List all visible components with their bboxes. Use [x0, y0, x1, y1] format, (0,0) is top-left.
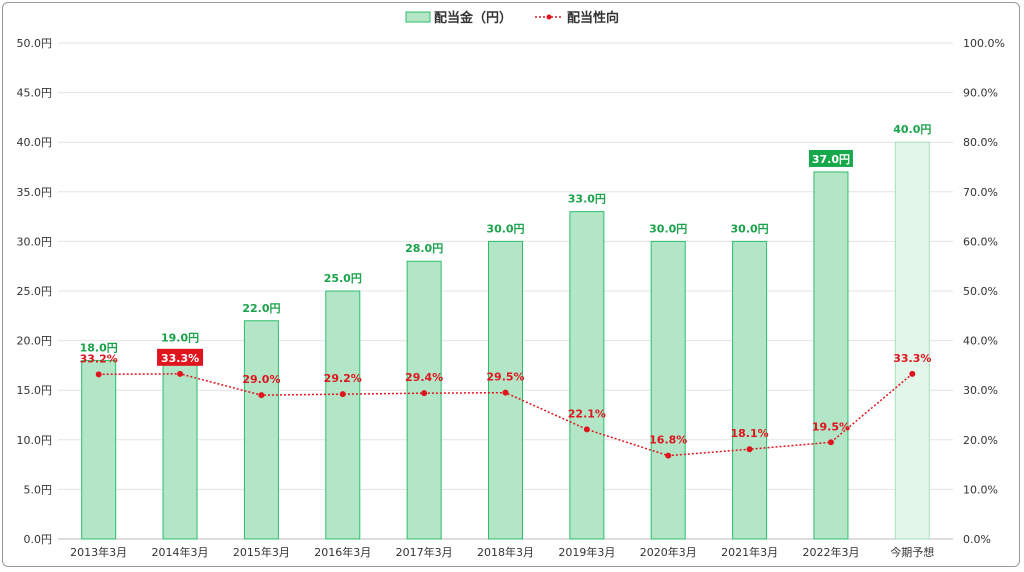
bar-data-label: 33.0円: [568, 193, 606, 206]
right-tick-label: 60.0%: [963, 235, 998, 248]
x-tick-label: 2016年3月: [314, 545, 371, 559]
x-tick-label: 2014年3月: [152, 545, 209, 559]
ratio-point: [177, 370, 184, 377]
ratio-point: [827, 439, 834, 446]
bar: [406, 260, 442, 540]
left-tick-label: 5.0円: [24, 483, 53, 496]
legend: 配当金（円） 配当性向: [405, 10, 619, 26]
ratio-data-label: 29.5%: [486, 371, 524, 384]
x-axis-ticks: 2013年3月 2014年3月 2015年3月 2016年3月 2017年3月 2018年…: [70, 545, 934, 559]
legend-line-label: 配当性向: [567, 10, 619, 26]
ratio-point: [665, 452, 672, 459]
left-tick-label: 20.0円: [17, 335, 53, 348]
ratio-data-label: 33.2%: [80, 352, 118, 365]
left-tick-label: 15.0円: [17, 384, 53, 397]
ratio-point: [421, 390, 428, 397]
bar: [813, 171, 849, 540]
right-tick-label: 30.0%: [963, 384, 998, 397]
bar-data-label: 40.0円: [893, 123, 931, 136]
bar: [243, 320, 279, 540]
x-tick-label: 2017年3月: [396, 545, 453, 559]
right-tick-label: 0.0%: [963, 533, 991, 546]
x-tick-label: 今期予想: [890, 545, 934, 559]
chart-frame: 0.0円 5.0円 10.0円 15.0円 20.0円 25.0円 30.0円 35.0円 40…: [2, 2, 1020, 567]
x-tick-label: 2015年3月: [233, 545, 290, 559]
ratio-data-label: 33.3%: [893, 352, 931, 365]
bar: [162, 350, 198, 540]
legend-bar-swatch: [405, 11, 431, 23]
left-tick-label: 0.0円: [24, 533, 53, 546]
left-tick-label: 25.0円: [17, 285, 53, 298]
ratio-data-label: 19.5%: [812, 420, 850, 433]
bar-data-label: 19.0円: [161, 332, 199, 345]
right-tick-label: 50.0%: [963, 285, 998, 298]
bar-data-label: 30.0円: [486, 222, 524, 235]
legend-line-marker: [546, 14, 552, 20]
right-tick-label: 20.0%: [963, 434, 998, 447]
ratio-data-label: 18.1%: [731, 427, 769, 440]
ratio-data-label: 29.0%: [242, 373, 280, 386]
left-tick-label: 10.0円: [17, 434, 53, 447]
right-axis-ticks: 0.0% 10.0% 20.0% 30.0% 40.0% 50.0% 60.0% 70.0% 8…: [963, 37, 1005, 546]
left-axis-ticks: 0.0円 5.0円 10.0円 15.0円 20.0円 25.0円 30.0円 35.0円 40…: [17, 37, 53, 546]
ratio-data-label: 33.3%: [161, 352, 199, 365]
bar-data-label: 28.0円: [405, 242, 443, 255]
ratio-data-label: 16.8%: [649, 434, 687, 447]
x-tick-label: 2019年3月: [558, 545, 615, 559]
ratio-point: [258, 392, 265, 399]
bar-data-label: 25.0円: [324, 272, 362, 285]
left-tick-label: 40.0円: [17, 136, 53, 149]
bar: [894, 141, 930, 540]
right-tick-label: 10.0%: [963, 483, 998, 496]
x-tick-label: 2022年3月: [802, 545, 859, 559]
right-tick-label: 100.0%: [963, 37, 1005, 50]
bar-series: 18.0円19.0円22.0円25.0円28.0円30.0円33.0円30.0円…: [80, 123, 931, 540]
legend-bar-label: 配当金（円）: [434, 10, 512, 26]
right-tick-label: 80.0%: [963, 136, 998, 149]
left-tick-label: 30.0円: [17, 235, 53, 248]
bar: [732, 240, 768, 540]
left-tick-label: 45.0円: [17, 87, 53, 100]
bar-data-label: 37.0円: [812, 153, 850, 166]
dividend-chart: 0.0円 5.0円 10.0円 15.0円 20.0円 25.0円 30.0円 35.0円 40…: [17, 10, 1005, 559]
ratio-data-label: 29.4%: [405, 371, 443, 384]
bar: [325, 290, 361, 540]
bar-data-label: 30.0円: [731, 222, 769, 235]
ratio-point: [583, 426, 590, 433]
bar-data-label: 22.0円: [242, 302, 280, 315]
right-tick-label: 90.0%: [963, 87, 998, 100]
ratio-data-label: 29.2%: [324, 372, 362, 385]
bar: [81, 359, 117, 540]
bar-data-label: 30.0円: [649, 222, 687, 235]
ratio-point: [746, 446, 753, 453]
bar: [650, 240, 686, 540]
ratio-point: [95, 371, 102, 378]
left-tick-label: 35.0円: [17, 186, 53, 199]
bar: [569, 211, 605, 540]
x-tick-label: 2018年3月: [477, 545, 534, 559]
right-tick-label: 40.0%: [963, 335, 998, 348]
left-tick-label: 50.0円: [17, 37, 53, 50]
x-tick-label: 2021年3月: [721, 545, 778, 559]
right-tick-label: 70.0%: [963, 186, 998, 199]
ratio-point: [502, 389, 509, 396]
ratio-data-label: 22.1%: [568, 407, 606, 420]
x-tick-label: 2013年3月: [70, 545, 127, 559]
ratio-point: [909, 370, 916, 377]
ratio-point: [339, 391, 346, 398]
x-tick-label: 2020年3月: [640, 545, 697, 559]
